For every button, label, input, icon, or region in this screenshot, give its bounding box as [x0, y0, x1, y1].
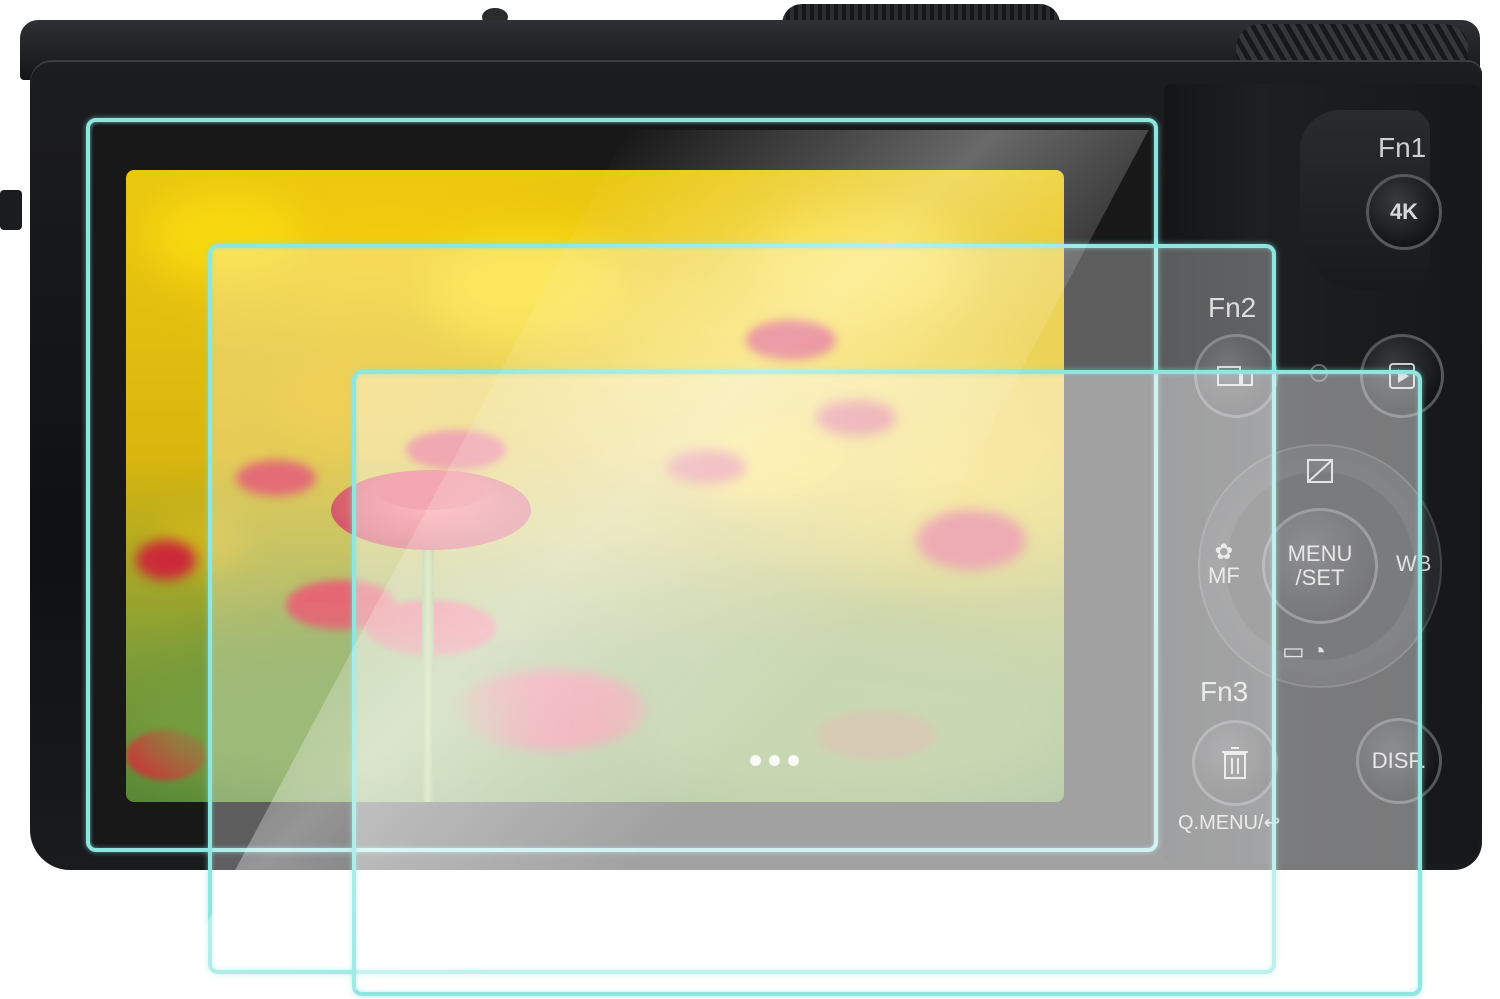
- 4k-photo-icon: 4K: [1389, 199, 1419, 224]
- screen-protector-3: [352, 370, 1422, 996]
- strap-lug: [0, 190, 22, 230]
- fn1-label: Fn1: [1378, 132, 1427, 163]
- fn1-button[interactable]: 4K: [1366, 174, 1442, 250]
